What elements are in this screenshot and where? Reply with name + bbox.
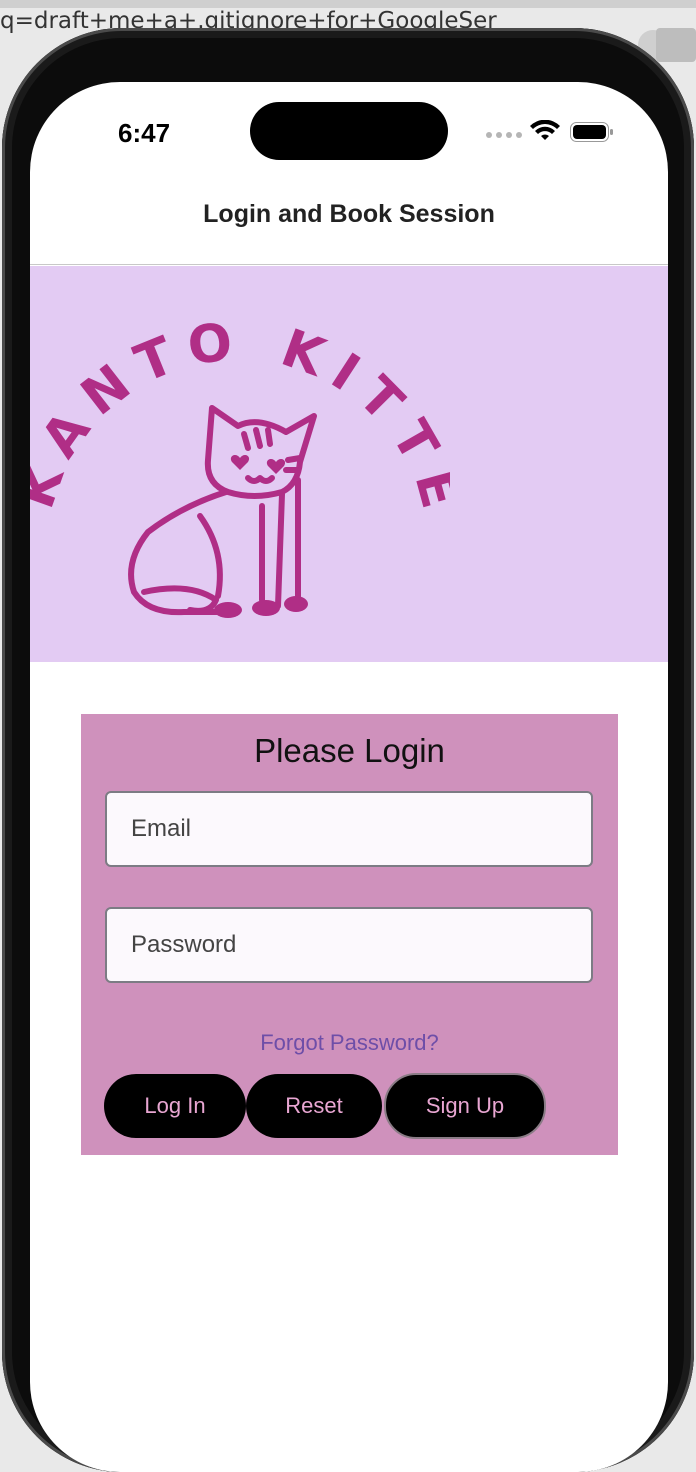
email-field[interactable] [105, 791, 593, 867]
status-time: 6:47 [118, 118, 171, 148]
battery-icon [570, 122, 613, 142]
navigation-bar: Login and Book Session [30, 182, 668, 265]
forgot-password-link[interactable]: Forgot Password? [81, 1030, 618, 1056]
log-in-button[interactable]: Log In [104, 1074, 246, 1138]
reset-button[interactable]: Reset [246, 1074, 382, 1138]
sign-up-button[interactable]: Sign Up [384, 1073, 546, 1139]
login-heading: Please Login [254, 732, 445, 769]
svg-text:KANTO KITTENS: KANTO KITTENS [30, 266, 450, 527]
wifi-icon [530, 120, 560, 140]
dynamic-island [250, 102, 448, 160]
hero-banner: KANTO KITTENS [30, 266, 668, 662]
password-field[interactable] [105, 907, 593, 983]
phone-frame: 6:47 Login and Book Session KANTO KITT [2, 28, 694, 1472]
browser-top-bar [0, 0, 696, 8]
cellular-signal-icon [486, 132, 522, 138]
folder-icon [656, 28, 696, 62]
page-title: Login and Book Session [203, 200, 495, 228]
phone-screen: 6:47 Login and Book Session KANTO KITT [30, 82, 668, 1472]
kanto-kittens-logo: KANTO KITTENS [30, 266, 450, 618]
login-card: Please Login Forgot Password? Log In Res… [81, 714, 618, 1155]
